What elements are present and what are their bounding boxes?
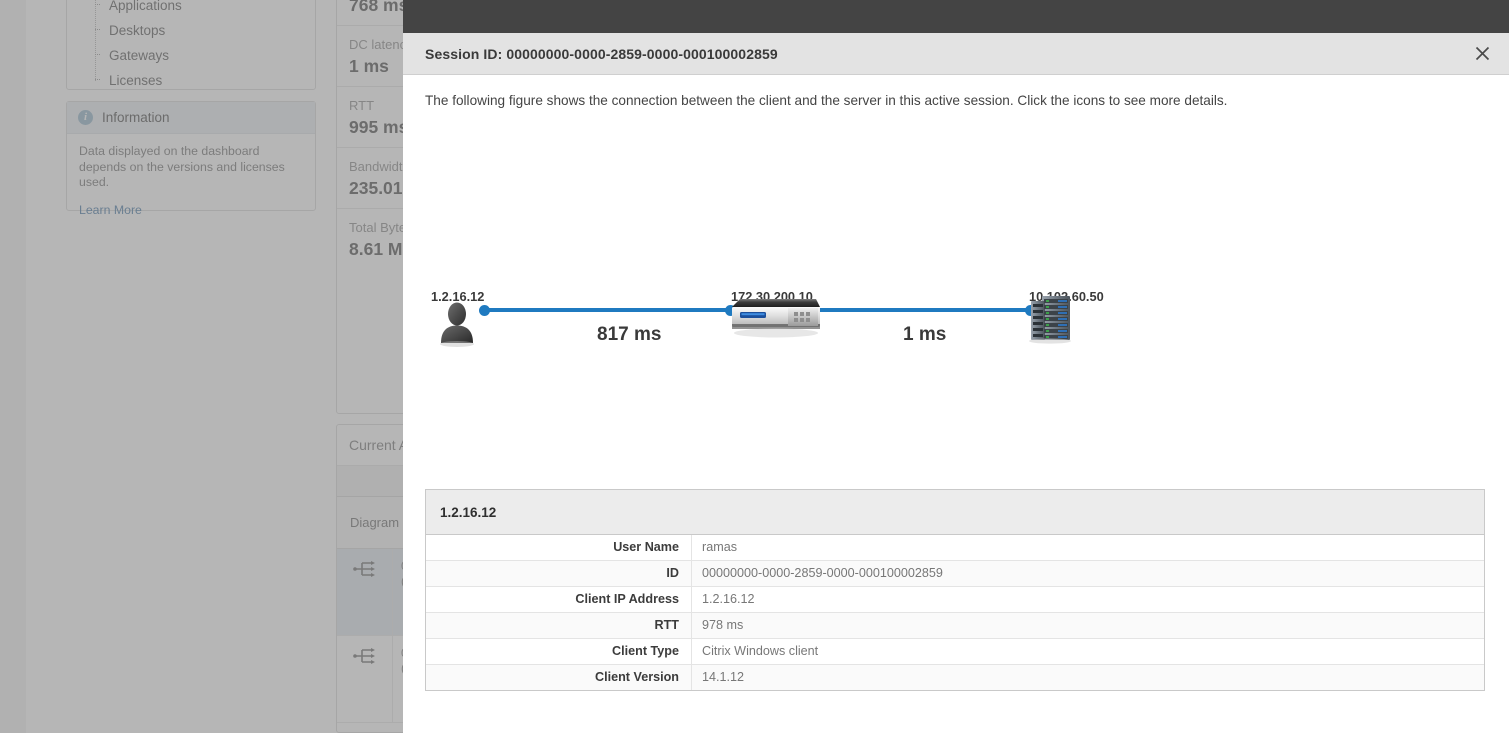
modal-title: Session ID: 00000000-0000-2859-0000-0001… [403,46,778,62]
modal-description: The following figure shows the connectio… [425,75,1487,108]
detail-row-client-type: Client Type Citrix Windows client [426,639,1484,665]
detail-value: 14.1.12 [692,665,744,690]
server-rack-icon[interactable] [1025,294,1073,349]
detail-key: Client IP Address [426,587,692,612]
detail-row-id: ID 00000000-0000-2859-0000-000100002859 [426,561,1484,587]
detail-value: 978 ms [692,613,743,638]
session-topology-diagram: 1.2.16.12 172.30.200.10 10.102.60.50 817… [425,108,1487,408]
detail-value: 1.2.16.12 [692,587,755,612]
link-client-appliance [484,308,734,312]
detail-value: Citrix Windows client [692,639,818,664]
session-detail-modal: Session ID: 00000000-0000-2859-0000-0001… [403,0,1509,733]
modal-top-dark-bar [403,0,1509,33]
node-details-title: 1.2.16.12 [426,490,1484,535]
hop-latency-appliance-server: 1 ms [903,324,946,346]
detail-key: RTT [426,613,692,638]
detail-value: ramas [692,535,737,560]
modal-body: The following figure shows the connectio… [403,75,1509,734]
detail-key: ID [426,561,692,586]
detail-key: User Name [426,535,692,560]
detail-key: Client Version [426,665,692,690]
detail-row-user-name: User Name ramas [426,535,1484,561]
detail-row-client-version: Client Version 14.1.12 [426,665,1484,690]
detail-row-rtt: RTT 978 ms [426,613,1484,639]
detail-row-client-ip-address: Client IP Address 1.2.16.12 [426,587,1484,613]
user-client-icon[interactable] [435,300,479,353]
detail-value: 00000000-0000-2859-0000-000100002859 [692,561,943,586]
node-details-table: 1.2.16.12 User Name ramas ID 00000000-00… [425,489,1485,691]
modal-header: Session ID: 00000000-0000-2859-0000-0001… [403,33,1509,75]
hop-latency-client-appliance: 817 ms [597,324,661,346]
close-icon[interactable] [1469,41,1495,67]
network-appliance-icon[interactable] [728,295,824,348]
detail-key: Client Type [426,639,692,664]
link-endpoint-dot-client [479,305,490,316]
